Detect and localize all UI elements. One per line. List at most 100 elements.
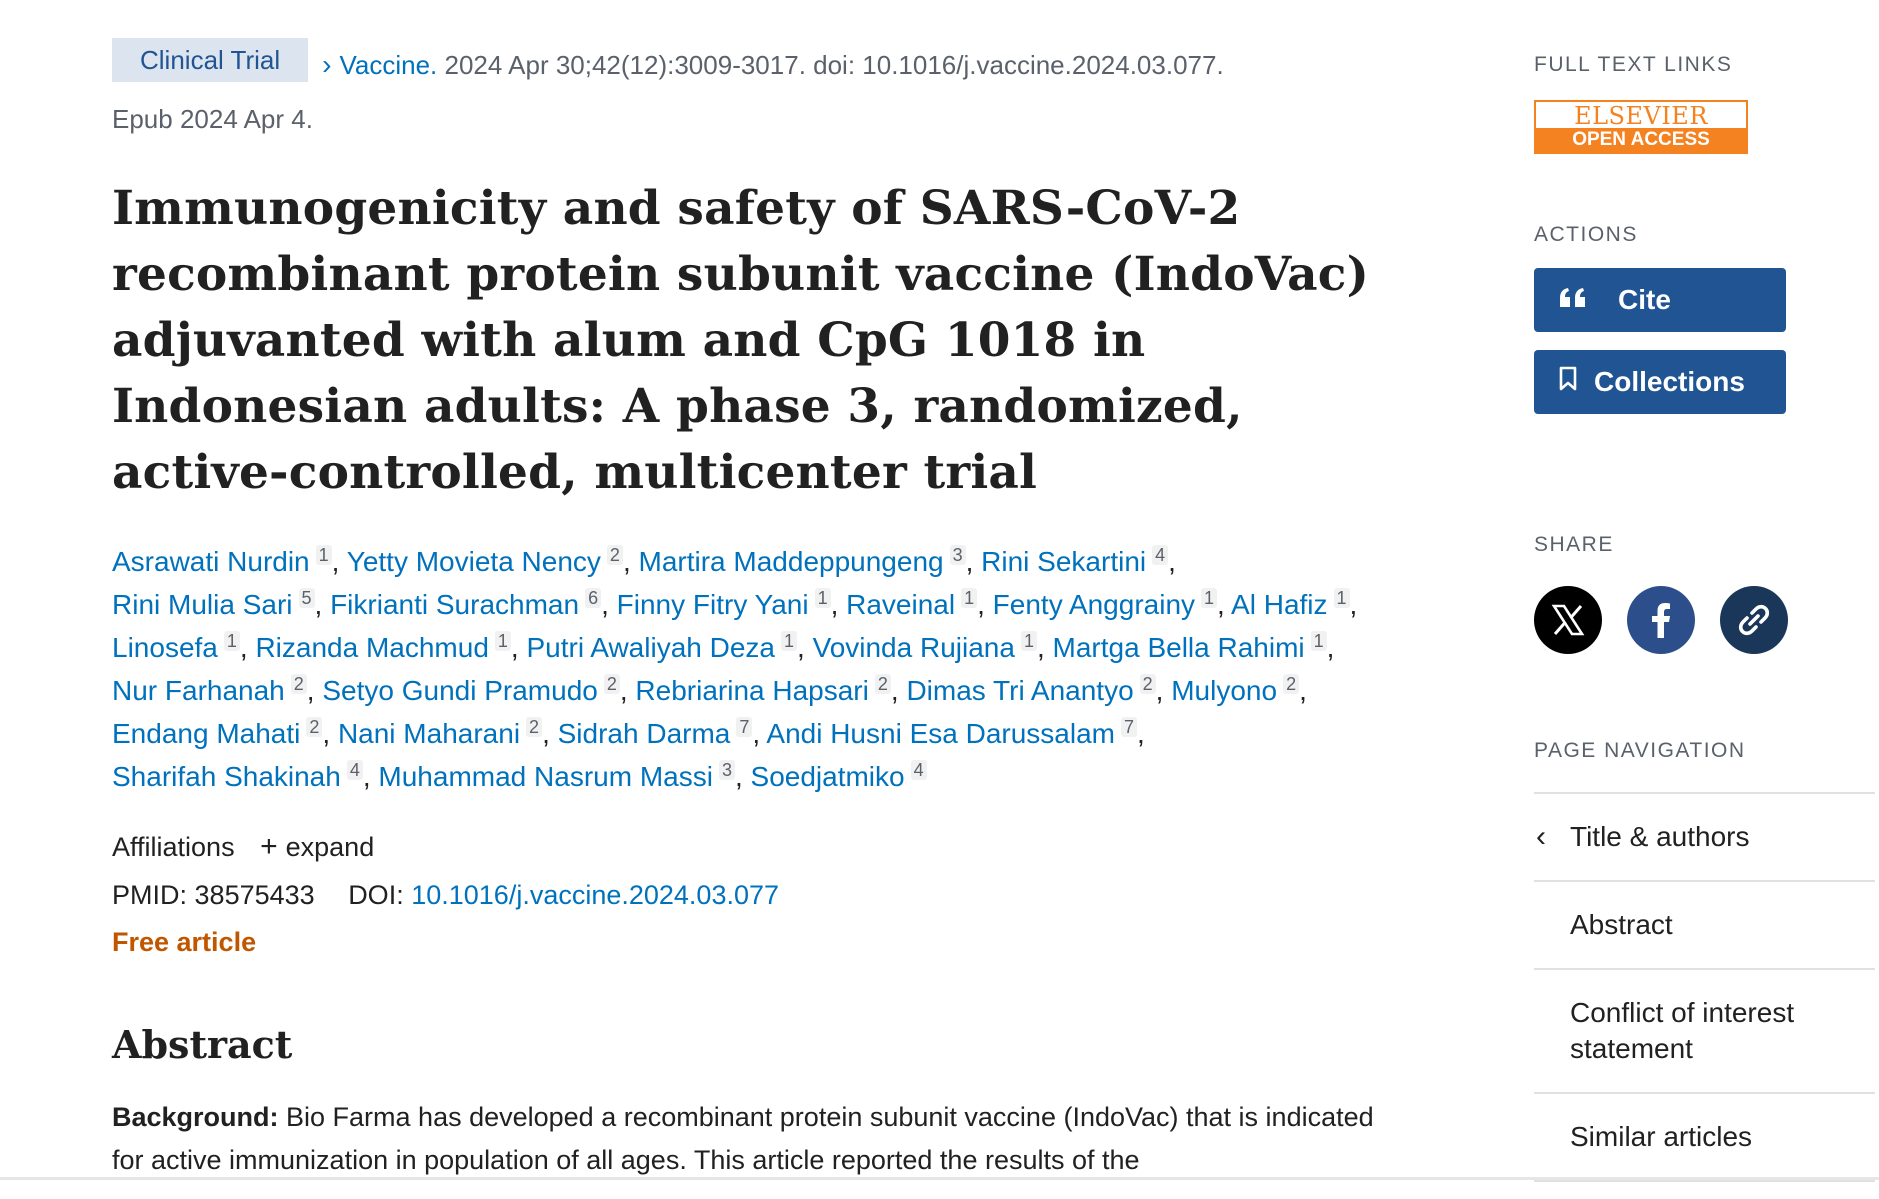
author-item: Rizanda Machmud 1, (255, 631, 527, 663)
cite-label: Cite (1618, 284, 1671, 315)
affiliation-number[interactable]: 2 (526, 717, 543, 737)
affiliation-number[interactable]: 4 (346, 760, 363, 780)
full-text-links-heading: FULL TEXT LINKS (1534, 53, 1733, 76)
expand-label: expand (285, 832, 375, 862)
affiliation-number[interactable]: 1 (1310, 631, 1327, 651)
affiliation-number[interactable]: 1 (814, 588, 831, 608)
author-item: Dimas Tri Anantyo 2, (906, 674, 1172, 706)
link-icon (1738, 604, 1770, 636)
expand-affiliations-button[interactable]: + expand (260, 830, 375, 863)
author-item: Soedjatmiko 4 (751, 760, 927, 792)
share-heading: SHARE (1534, 533, 1614, 556)
author-link[interactable]: Al Hafiz (1231, 589, 1327, 620)
x-share-button[interactable] (1534, 586, 1602, 654)
affiliations-label: Affiliations (112, 832, 235, 862)
viewport-bottom-divider (0, 1177, 1879, 1180)
affiliation-number[interactable]: 2 (1139, 674, 1156, 694)
nav-conflict-of-interest[interactable]: Conflict of interest statement (1534, 970, 1875, 1094)
affiliation-number[interactable]: 1 (1020, 631, 1037, 651)
author-link[interactable]: Putri Awaliyah Deza (526, 632, 775, 663)
background-label: Background: (112, 1102, 279, 1132)
affiliation-number[interactable]: 3 (718, 760, 735, 780)
affiliation-number[interactable]: 6 (585, 588, 602, 608)
facebook-share-button[interactable] (1627, 586, 1695, 654)
author-link[interactable]: Dimas Tri Anantyo (906, 675, 1133, 706)
affiliation-number[interactable]: 1 (315, 545, 332, 565)
author-link[interactable]: Rizanda Machmud (255, 632, 488, 663)
author-link[interactable]: Sidrah Darma (558, 718, 731, 749)
affiliation-number[interactable]: 1 (1333, 588, 1350, 608)
nav-similar-articles[interactable]: Similar articles (1534, 1094, 1875, 1182)
nav-item-label: Title & authors (1570, 821, 1750, 852)
nav-item-label: Abstract (1570, 909, 1673, 940)
elsevier-open-access-link[interactable]: ELSEVIER OPEN ACCESS (1534, 100, 1748, 154)
affiliation-number[interactable]: 3 (949, 545, 966, 565)
doi-link[interactable]: 10.1016/j.vaccine.2024.03.077 (411, 880, 779, 910)
elsevier-logo: ELSEVIER OPEN ACCESS (1534, 100, 1748, 154)
author-link[interactable]: Asrawati Nurdin (112, 546, 310, 577)
affiliation-number[interactable]: 7 (1120, 717, 1137, 737)
affiliation-number[interactable]: 4 (1152, 545, 1169, 565)
journal-link[interactable]: Vaccine. (339, 50, 437, 80)
doi-label: DOI: (348, 880, 404, 910)
sidebar: FULL TEXT LINKS ELSEVIER OPEN ACCESS ACT… (1534, 50, 1879, 1182)
author-link[interactable]: Sharifah Shakinah (112, 761, 341, 792)
author-link[interactable]: Fenty Anggrainy (993, 589, 1195, 620)
author-link[interactable]: Nani Maharani (338, 718, 520, 749)
author-link[interactable]: Rini Mulia Sari (112, 589, 293, 620)
author-link[interactable]: Rini Sekartini (981, 546, 1146, 577)
affiliations-row: Affiliations + expand (112, 824, 1402, 870)
nav-title-authors[interactable]: ‹ Title & authors (1534, 794, 1875, 882)
author-link[interactable]: Setyo Gundi Pramudo (322, 675, 598, 706)
author-link[interactable]: Soedjatmiko (751, 761, 905, 792)
abstract-heading: Abstract (112, 1022, 293, 1067)
nav-abstract[interactable]: Abstract (1534, 882, 1875, 970)
author-item: Al Hafiz 1, (1231, 588, 1358, 620)
author-link[interactable]: Martira Maddeppungeng (639, 546, 944, 577)
elsevier-wordmark: ELSEVIER (1574, 102, 1708, 130)
collections-button[interactable]: Collections (1534, 350, 1786, 414)
cite-button[interactable]: Cite (1534, 268, 1786, 332)
pmid-label: PMID: (112, 880, 188, 910)
page-navigation-list: ‹ Title & authors Abstract Conflict of i… (1534, 792, 1875, 1182)
author-link[interactable]: Andi Husni Esa Darussalam (766, 718, 1115, 749)
affiliation-number[interactable]: 1 (1201, 588, 1218, 608)
author-link[interactable]: Finny Fitry Yani (617, 589, 809, 620)
affiliation-number[interactable]: 2 (290, 674, 307, 694)
bookmark-icon (1558, 366, 1594, 399)
chevron-right-icon: › (322, 49, 332, 80)
affiliation-number[interactable]: 2 (1283, 674, 1300, 694)
affiliation-number[interactable]: 4 (910, 760, 927, 780)
affiliation-number[interactable]: 1 (494, 631, 511, 651)
author-item: Martga Bella Rahimi 1, (1052, 631, 1335, 663)
x-logo-icon (1551, 604, 1585, 636)
author-link[interactable]: Rebriarina Hapsari (635, 675, 868, 706)
author-item: Mulyono 2, (1171, 674, 1307, 706)
affiliation-number[interactable]: 2 (306, 717, 323, 737)
author-link[interactable]: Endang Mahati (112, 718, 300, 749)
author-link[interactable]: Yetty Movieta Nency (347, 546, 601, 577)
author-link[interactable]: Nur Farhanah (112, 675, 285, 706)
affiliation-number[interactable]: 5 (298, 588, 315, 608)
author-item: Vovinda Rujiana 1, (812, 631, 1053, 663)
author-link[interactable]: Fikrianti Surachman (330, 589, 579, 620)
affiliation-number[interactable]: 2 (606, 545, 623, 565)
author-link[interactable]: Raveinal (846, 589, 955, 620)
citation-line: Clinical Trial › Vaccine. 2024 Apr 30;42(1… (112, 38, 1402, 92)
author-link[interactable]: Martga Bella Rahimi (1053, 632, 1305, 663)
affiliation-number[interactable]: 2 (874, 674, 891, 694)
copy-link-share-button[interactable] (1720, 586, 1788, 654)
author-link[interactable]: Muhammad Nasrum Massi (378, 761, 713, 792)
author-link[interactable]: Linosefa (112, 632, 218, 663)
pmid-value: 38575433 (194, 880, 315, 910)
author-link[interactable]: Vovinda Rujiana (813, 632, 1015, 663)
affiliation-number[interactable]: 1 (223, 631, 240, 651)
author-link[interactable]: Mulyono (1171, 675, 1277, 706)
affiliation-number[interactable]: 2 (603, 674, 620, 694)
affiliation-number[interactable]: 1 (961, 588, 978, 608)
affiliation-number[interactable]: 7 (736, 717, 753, 737)
affiliation-number[interactable]: 1 (780, 631, 797, 651)
identifiers-row: PMID: 38575433 DOI: 10.1016/j.vaccine.20… (112, 870, 1402, 920)
author-item: Finny Fitry Yani 1, (616, 588, 847, 620)
author-item: Setyo Gundi Pramudo 2, (322, 674, 636, 706)
